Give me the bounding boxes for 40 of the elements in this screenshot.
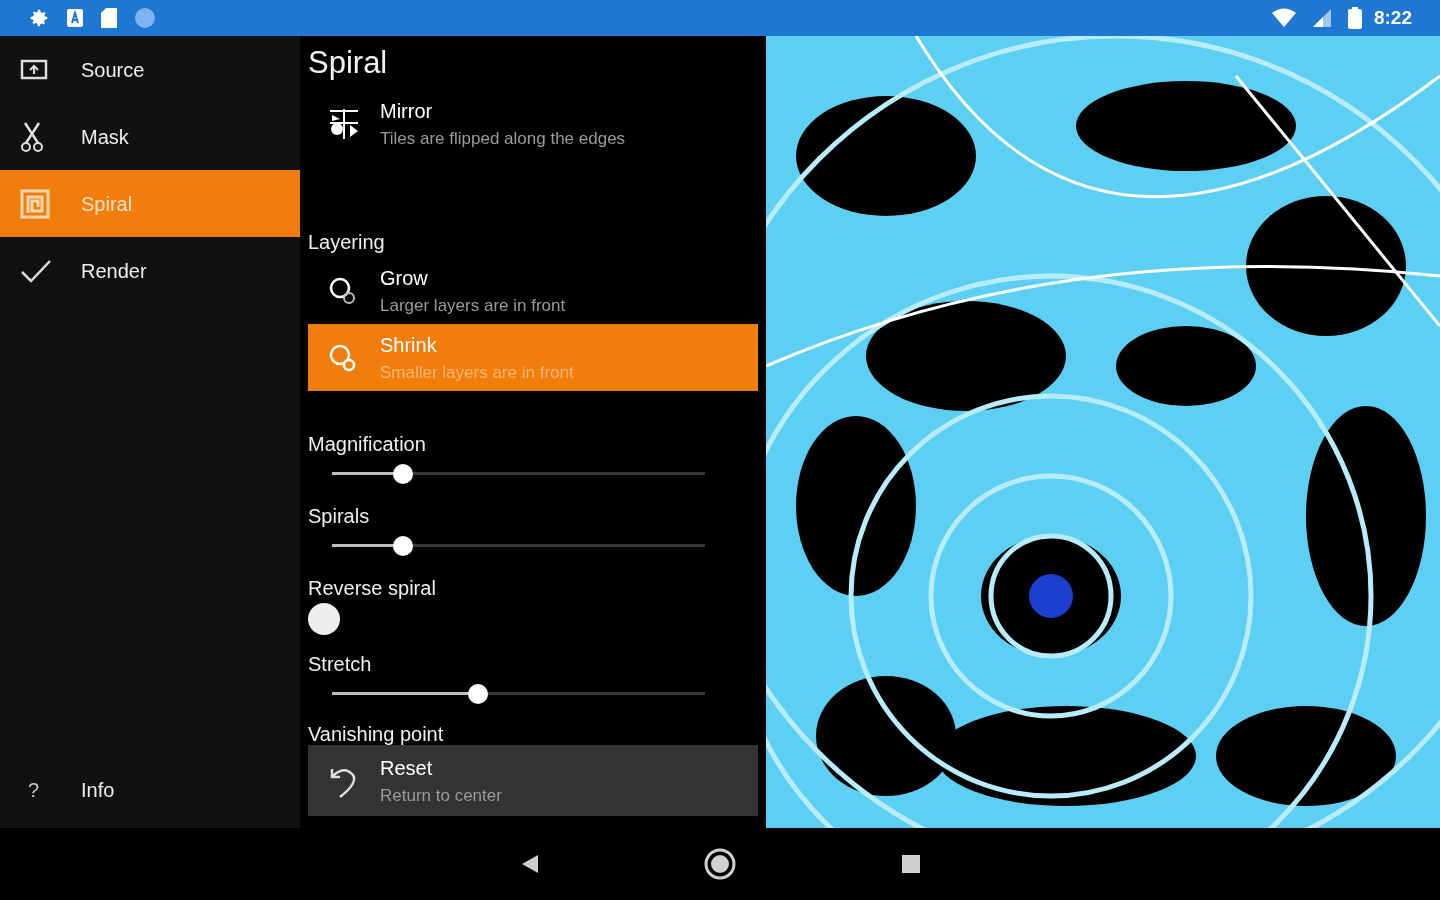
slider-thumb[interactable] (392, 464, 413, 484)
slider-track[interactable] (332, 536, 705, 556)
overlapping-circles-icon (328, 342, 358, 373)
home-icon[interactable] (704, 848, 736, 880)
slider-track[interactable] (332, 684, 705, 704)
option-title: Shrink (380, 332, 438, 357)
section-header: Layering (308, 230, 386, 253)
slider-thumb[interactable] (392, 536, 413, 556)
option-title: Mirror (380, 98, 434, 123)
app-icon (66, 8, 84, 28)
toggle-switch[interactable] (308, 603, 340, 635)
sd-card-icon (100, 7, 118, 29)
wifi-icon (1271, 8, 1296, 28)
reset-button[interactable]: Reset Return to center (308, 745, 758, 816)
slider-track[interactable] (332, 464, 705, 484)
panel-title: Spiral (308, 44, 389, 82)
circle-icon (134, 7, 156, 29)
switch-label: Reverse spiral (308, 576, 437, 599)
slider-thumb[interactable] (468, 684, 489, 704)
info-item[interactable]: ? Info (0, 756, 300, 823)
settings-icon (28, 7, 50, 29)
clock-time: 8:22 (1373, 5, 1412, 30)
slider-label: Spirals (308, 504, 371, 527)
scissors-icon (20, 120, 44, 153)
option-description: Larger layers are in front (380, 295, 566, 316)
mirror-tiles-icon (328, 106, 360, 141)
spiral-square-icon (20, 188, 50, 219)
overlapping-circles-icon (328, 275, 358, 306)
slider-label: Stretch (308, 652, 373, 675)
back-icon[interactable] (520, 854, 540, 874)
option-title: Grow (380, 265, 429, 290)
option-description: Return to center (380, 785, 502, 806)
option-title: Reset (380, 755, 434, 780)
slider-label: Magnification (308, 432, 427, 455)
option-description: Tiles are flipped along the edges (380, 128, 626, 149)
section-header: Vanishing point (308, 722, 445, 745)
screen-upload-icon (20, 57, 48, 82)
signal-icon (1311, 8, 1332, 28)
battery-icon (1347, 7, 1362, 29)
option-description: Smaller layers are in front (380, 362, 574, 383)
